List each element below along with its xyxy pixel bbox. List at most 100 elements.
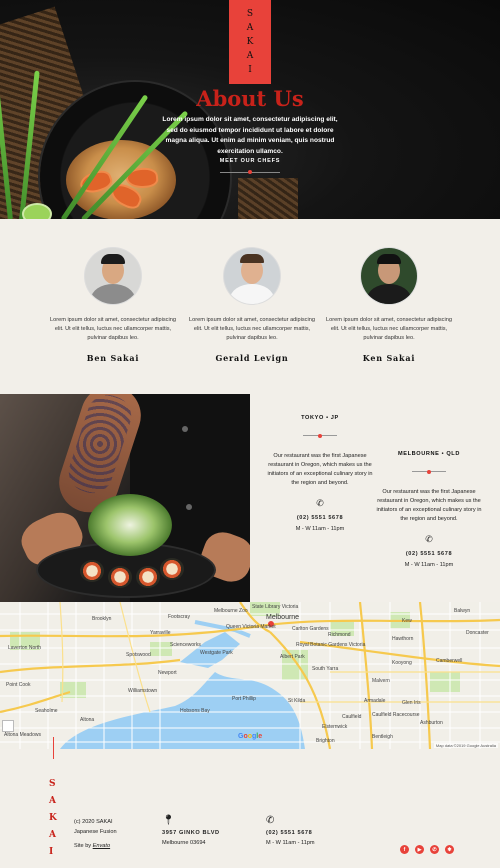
map-label: South Yarra (312, 666, 339, 672)
logo-letter: I (248, 64, 252, 75)
site-by-prefix: Site by (74, 842, 92, 849)
logo-letter: A (246, 50, 254, 61)
footer-copyright: (c) 2020 SAKAI Japanese Fusion Site by E… (74, 818, 117, 851)
map-label: Port Phillip (232, 696, 256, 702)
team-member: Lorem ipsum dolor sit amet, consectetur … (184, 248, 320, 363)
hero-intro: Lorem ipsum dolor sit amet, consectetur … (162, 116, 338, 155)
team-member: Lorem ipsum dolor sit amet, consectetur … (45, 248, 181, 363)
footer-logo[interactable]: S A K A I (49, 779, 57, 857)
address-line2: Melbourne 03694 (162, 840, 206, 847)
logo-letter: I (49, 847, 54, 857)
map-label: Yarraville (150, 630, 171, 636)
map-label: Hobsons Bay (180, 708, 210, 714)
map-label: Seaholme (35, 708, 58, 714)
sakai-logo[interactable]: S A K A I (229, 0, 271, 84)
apron-button (182, 426, 188, 432)
footer-contact: ✆ (02) 5551 5678 M - W 11am - 11pm (266, 812, 315, 848)
member-bio: Lorem ipsum dolor sit amet, consectetur … (50, 317, 176, 341)
map-label: Kooyong (392, 660, 412, 666)
map-label: Altona (80, 717, 95, 723)
map-label: Laverton North (8, 645, 42, 651)
google-logo: Google (238, 733, 262, 740)
divider (412, 469, 446, 474)
map-label: Westgate Park (200, 650, 233, 656)
location-tokyo: TOKYO • JP Our restaurant was the first … (265, 415, 375, 532)
envato-link[interactable]: Envato (93, 843, 110, 849)
address-line1: 3957 GINKO BLVD (162, 830, 220, 836)
accent-line (53, 737, 54, 759)
member-name: Gerald Levign (215, 352, 289, 363)
team-member: Lorem ipsum dolor sit amet, consectetur … (321, 248, 457, 363)
map-label: Glen Iris (402, 700, 421, 706)
location-melbourne: MELBOURNE • QLD Our restaurant was the f… (374, 451, 484, 568)
yelp-icon[interactable]: ✱ (445, 845, 454, 854)
map-label: Brighton (316, 738, 335, 744)
logo-letter: S (246, 8, 254, 19)
map-label: Newport (158, 670, 177, 676)
sushi-roll (80, 560, 104, 582)
map-fullscreen-button[interactable] (2, 720, 14, 732)
location-phone[interactable]: (02) 5551 5678 (374, 551, 484, 557)
footer: S A K A I (c) 2020 SAKAI Japanese Fusion… (0, 737, 500, 868)
locations-section: TOKYO • JP Our restaurant was the first … (250, 394, 500, 602)
page-title: About Us (196, 86, 304, 111)
map-label: Carlton Gardens (292, 626, 329, 632)
facebook-icon[interactable]: f (400, 845, 409, 854)
map-label: Malvern (372, 678, 390, 684)
copyright-text: (c) 2020 SAKAI (74, 819, 113, 825)
divider (303, 433, 337, 438)
map-label: Camberwell (436, 658, 463, 664)
map-label: Balwyn (454, 608, 471, 614)
footer-phone[interactable]: (02) 5551 5678 (266, 830, 312, 836)
map-label: Caulfield Racecourse (372, 712, 420, 718)
map-label: Melbourne Zoo (214, 608, 248, 614)
location-phone[interactable]: (02) 5551 5678 (265, 515, 375, 521)
logo-letter: A (49, 796, 56, 806)
map-attribution[interactable]: Map data ©2019 Google Australia (433, 743, 498, 748)
phone-icon: ✆ (316, 497, 324, 508)
location-pin-icon: 📍︎ (162, 815, 175, 826)
whatsapp-icon[interactable]: ✆ (430, 845, 439, 854)
bamboo-mat-right (238, 178, 298, 219)
map-label: Brooklyn (92, 616, 112, 622)
apron-button (186, 504, 192, 510)
sushi-roll (136, 566, 160, 588)
avatar (85, 248, 141, 304)
phone-icon: ✆ (266, 815, 275, 826)
location-hours: M - W 11am - 11pm (404, 561, 454, 568)
map-label: State Library Victoria (252, 604, 299, 610)
map-label: Altona Meadows (4, 732, 41, 738)
map-label: Doncaster (466, 630, 489, 636)
member-bio: Lorem ipsum dolor sit amet, consectetur … (326, 317, 452, 341)
map-label: Royal Botanic Gardens Victoria (296, 642, 366, 648)
youtube-icon[interactable]: ▶ (415, 845, 424, 854)
map-label: Queen Victoria Market (226, 624, 276, 630)
location-hours: M - W 11am - 11pm (295, 525, 345, 532)
location-description: Our restaurant was the first Japanese re… (267, 453, 373, 486)
team-section: Lorem ipsum dolor sit amet, consectetur … (0, 219, 500, 394)
google-letter: e (258, 733, 263, 740)
map-label: Footscray (168, 614, 190, 620)
map-city-label: Melbourne (266, 614, 300, 621)
google-map[interactable]: Melbourne Brooklyn Footscray Yarraville … (0, 602, 500, 749)
logo-letter: S (49, 779, 56, 789)
map-label: Scienceworks (170, 642, 201, 648)
meet-our-chefs-link[interactable]: MEET OUR CHEFS (200, 158, 300, 164)
logo-letter: A (246, 22, 254, 33)
map-label: Albert Park (280, 654, 305, 660)
map-label: Caulfield (342, 714, 362, 720)
tagline: Japanese Fusion (74, 828, 117, 835)
map-label: Bentleigh (372, 734, 393, 740)
site-by: Site by Envato (74, 842, 117, 852)
map-label: Point Cook (6, 682, 31, 688)
microgreens (88, 494, 172, 556)
sushi-roll (160, 558, 184, 580)
map-label: Ashburton (420, 720, 443, 726)
member-name: Ken Sakai (362, 352, 416, 363)
lime-wedge (22, 203, 52, 219)
phone-icon: ✆ (425, 533, 433, 544)
chef-plating-photo (0, 394, 250, 602)
avatar (224, 248, 280, 304)
sushi-roll (108, 566, 132, 588)
map-label: Hawthorn (392, 636, 414, 642)
